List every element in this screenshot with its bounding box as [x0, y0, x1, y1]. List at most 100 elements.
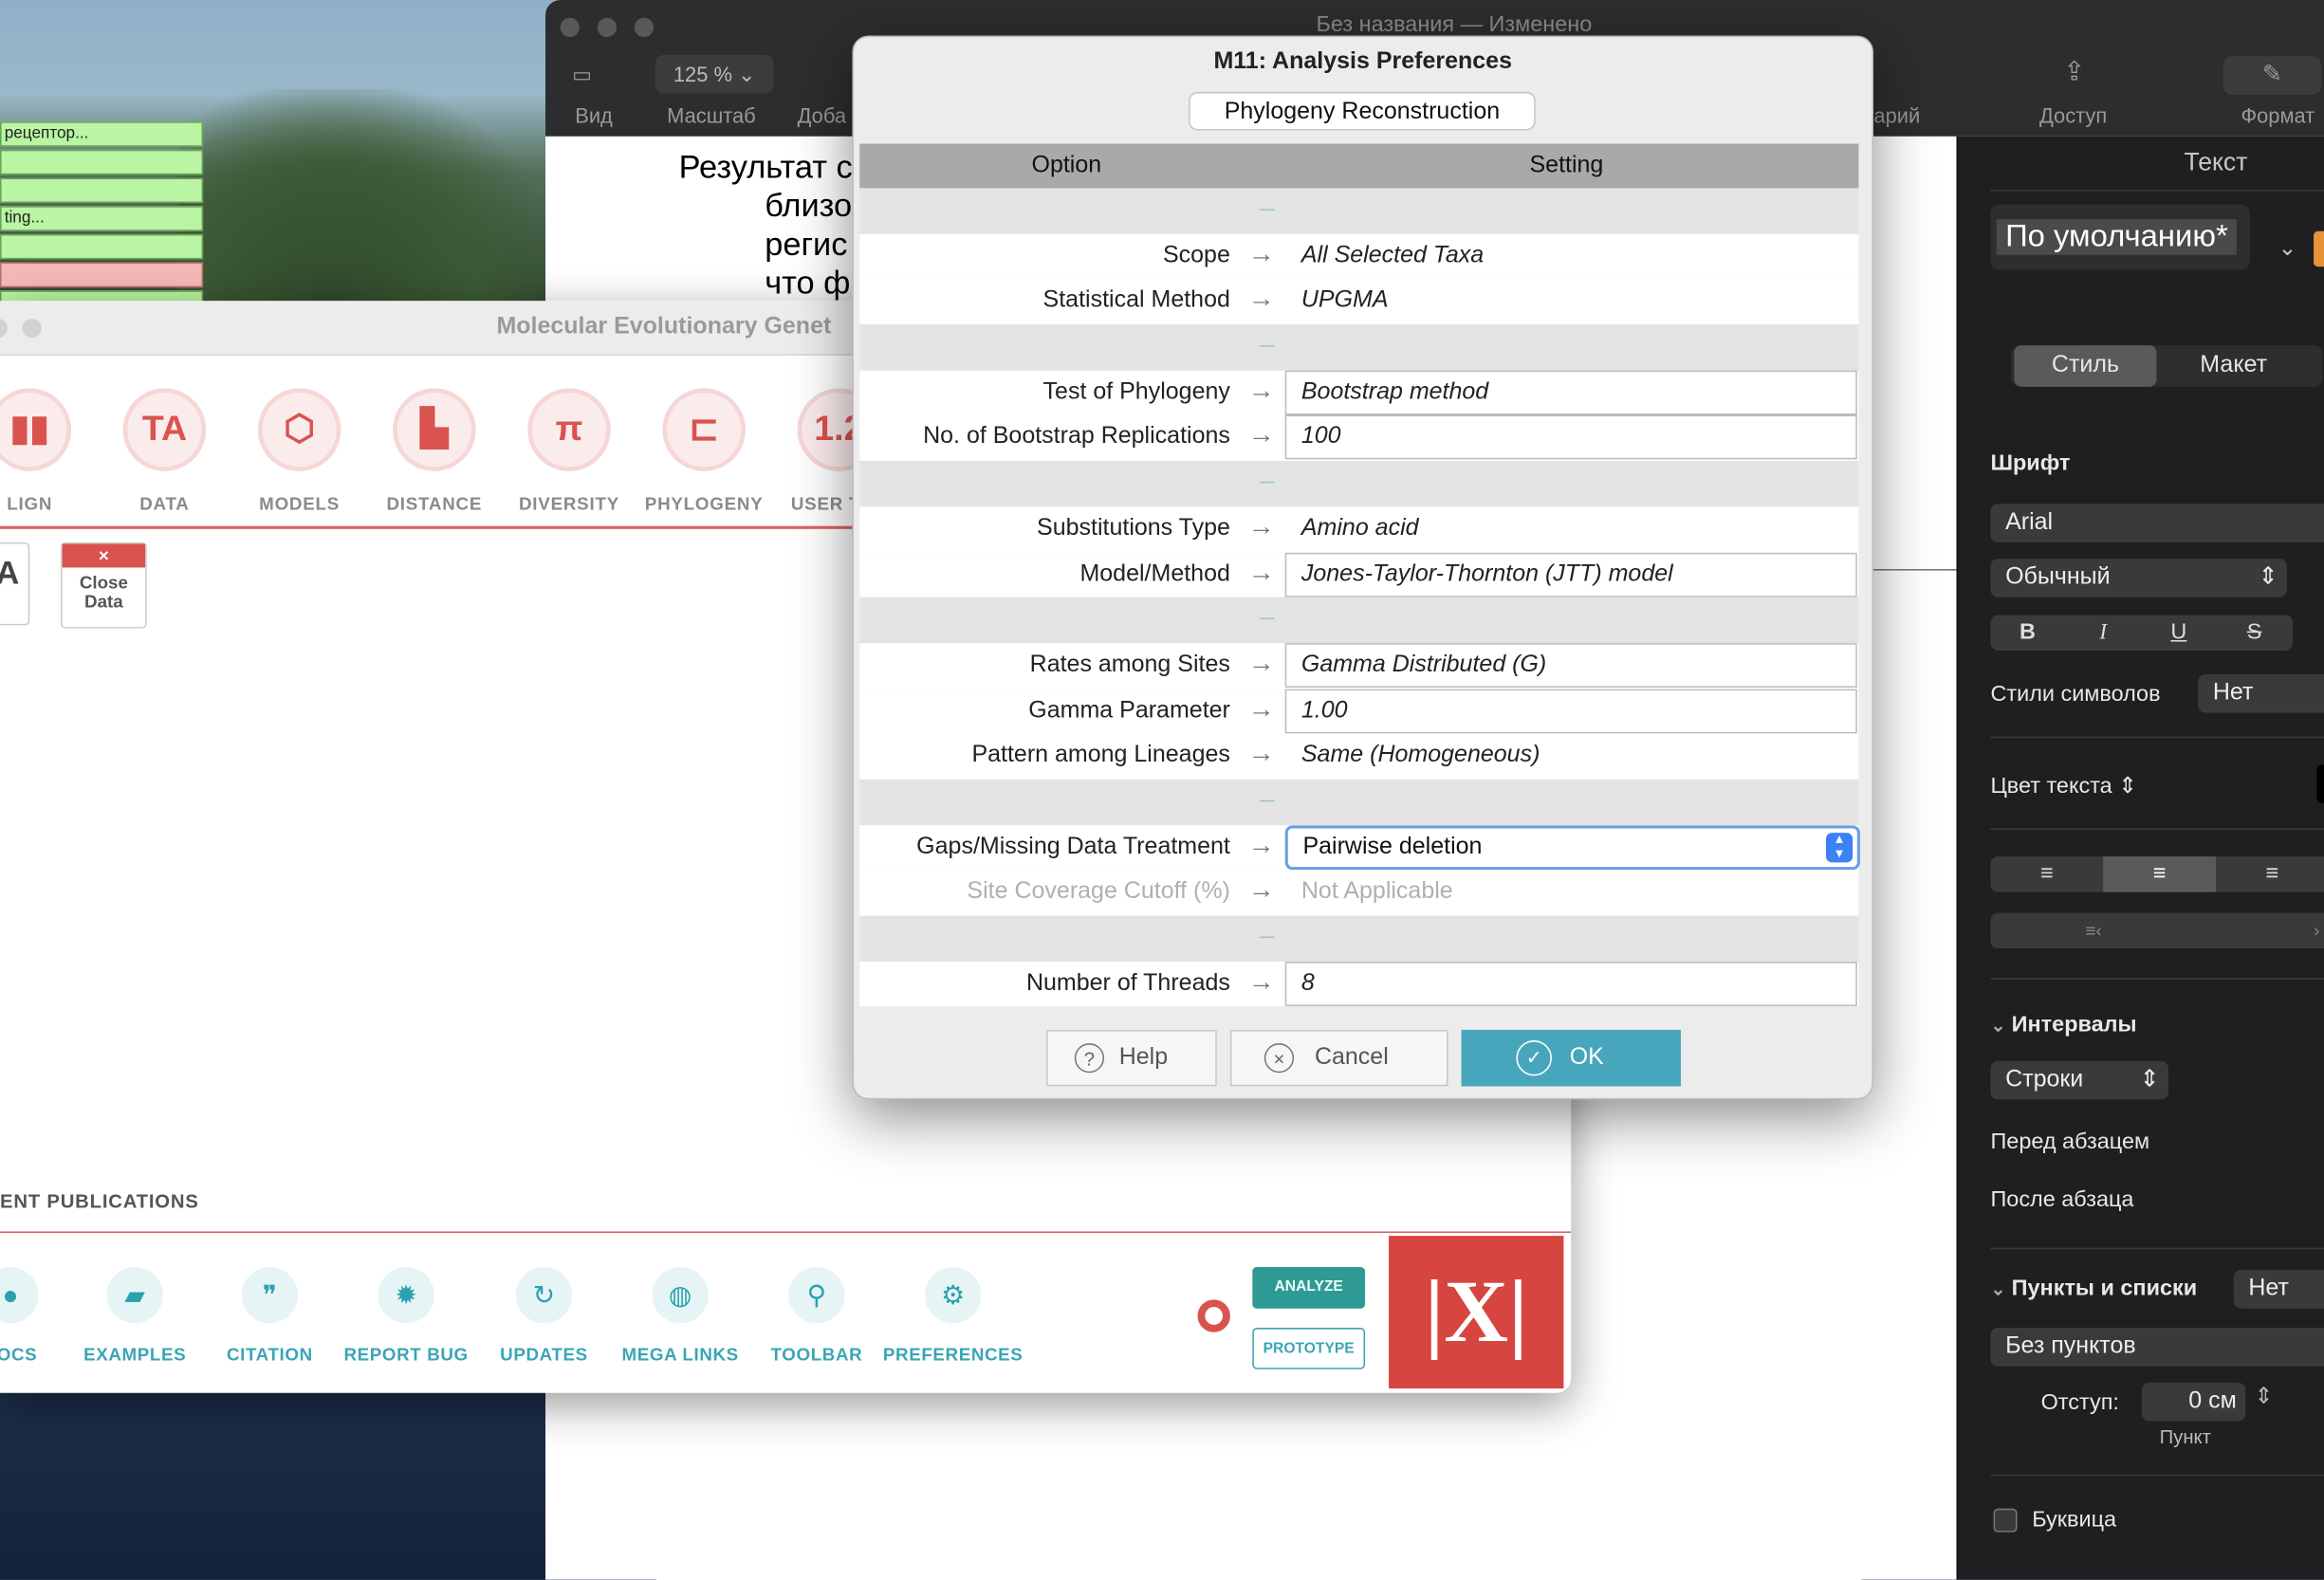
toolbar-lign-icon[interactable]: ▮▮	[0, 388, 71, 471]
font-typeface-select[interactable]: Обычный ⇕	[1990, 559, 2287, 597]
sequence-row[interactable]	[0, 177, 204, 204]
setting-value[interactable]: 8	[1301, 970, 1315, 997]
sequence-row[interactable]	[0, 262, 204, 288]
bullet-type-select[interactable]: Без пунктов	[1990, 1328, 2324, 1367]
setting-field[interactable]	[1284, 415, 1857, 461]
add-button[interactable]: Доба	[798, 103, 846, 127]
toolbar-item-label[interactable]: DIVERSITY	[495, 493, 643, 514]
docs-icon[interactable]: ●	[0, 1266, 39, 1324]
close-data-button[interactable]: × Close Data	[61, 542, 147, 629]
close-window-button[interactable]	[560, 17, 580, 38]
setting-value[interactable]: 1.00	[1301, 697, 1348, 724]
toolbar-item-label[interactable]: DISTANCE	[360, 493, 508, 514]
sequence-row[interactable]: ting...	[0, 206, 204, 231]
increase-indent-icon[interactable]: ›	[2314, 913, 2319, 949]
bullets-select[interactable]: Нет	[2233, 1270, 2324, 1309]
toolbar-icon[interactable]: ⚲	[788, 1266, 845, 1324]
sequence-row[interactable]	[0, 233, 204, 260]
update-style-button[interactable]	[2314, 230, 2324, 267]
minimize-window-button[interactable]	[597, 17, 617, 38]
option-row[interactable]: Pattern among Lineages → Same (Homogeneous…	[859, 733, 1859, 780]
toolbar-diversity-icon[interactable]: π	[527, 388, 611, 471]
option-row[interactable]: Test of Phylogeny → Bootstrap method	[859, 370, 1859, 416]
minimize-window-button[interactable]	[0, 318, 8, 339]
italic-button[interactable]: I	[2066, 615, 2140, 651]
setting-value[interactable]: Gamma Distributed (G)	[1301, 652, 1546, 678]
option-row[interactable]: Gaps/Missing Data Treatment → Pairwise del…	[859, 824, 1860, 871]
font-family-select[interactable]: Arial	[1990, 504, 2324, 542]
tab-phylogeny-reconstruction[interactable]: Phylogeny Reconstruction	[1189, 91, 1536, 131]
cancel-button[interactable]: × Cancel	[1229, 1029, 1448, 1087]
option-row[interactable]: Statistical Method → UPGMA	[859, 279, 1859, 325]
underline-button[interactable]: U	[2142, 615, 2216, 651]
sequence-row[interactable]	[0, 149, 204, 175]
format-brush-icon[interactable]: ✎	[2223, 56, 2321, 95]
toolbar-models-icon[interactable]: ⬡	[257, 388, 341, 471]
align-center-icon[interactable]: ≡	[2103, 856, 2216, 892]
toolbar-item-label[interactable]: LIGN	[0, 493, 103, 514]
option-row[interactable]: Number of Threads → 8	[859, 961, 1859, 1007]
paragraph-style-select[interactable]: По умолчанию*	[1990, 204, 2250, 270]
gaps-treatment-select[interactable]: Pairwise deletion ▴ ▾	[1284, 824, 1860, 870]
indent-input[interactable]: 0 см	[2141, 1382, 2246, 1422]
option-row[interactable]: No. of Bootstrap Replications → 100	[859, 415, 1859, 462]
align-right-icon[interactable]: ≡	[2216, 856, 2324, 892]
option-row[interactable]: Gamma Parameter → 1.00	[859, 688, 1859, 734]
zoom-select[interactable]: 125 % ⌄	[655, 54, 774, 94]
sidebar-icon[interactable]: ▭	[572, 63, 592, 88]
sequence-row[interactable]: рецептор...	[0, 121, 204, 147]
option-row[interactable]: Substitutions Type → Amino acid	[859, 506, 1859, 553]
select-stepper-icon[interactable]: ▴ ▾	[1826, 832, 1854, 862]
setting-value[interactable]: 100	[1301, 425, 1341, 451]
prototype-button[interactable]: PROTOTYPE	[1252, 1328, 1366, 1369]
updates-icon[interactable]: ↻	[515, 1266, 573, 1324]
text-color-swatch[interactable]	[2316, 764, 2324, 803]
line-spacing-select[interactable]: Строки ⇕	[1990, 1060, 2168, 1100]
zoom-window-button[interactable]	[634, 17, 655, 38]
tab-style[interactable]: Стиль	[2014, 345, 2157, 387]
toolbar-item-label[interactable]: MODELS	[226, 493, 374, 514]
dropcap-checkbox[interactable]	[1993, 1508, 2018, 1533]
help-button[interactable]: ? Help	[1046, 1029, 1217, 1087]
bottom-item-label[interactable]: PREFERENCES	[872, 1344, 1035, 1365]
setting-field[interactable]	[1284, 961, 1857, 1006]
setting-value[interactable]: All Selected Taxa	[1301, 243, 1484, 269]
view-button[interactable]: Вид	[575, 103, 613, 127]
setting-value[interactable]: Same (Homogeneous)	[1301, 743, 1540, 769]
lifebuoy-icon[interactable]	[1197, 1299, 1230, 1332]
setting-field[interactable]	[1284, 688, 1857, 733]
mega-links-icon[interactable]: ◍	[652, 1266, 709, 1324]
option-row[interactable]: Model/Method → Jones-Taylor-Thornton (JTT)…	[859, 552, 1859, 597]
option-row[interactable]: Scope → All Selected Taxa	[859, 233, 1859, 280]
char-styles-select[interactable]: Нет	[2198, 673, 2324, 713]
citation-icon[interactable]: ❞	[241, 1266, 299, 1324]
indent-stepper-icon[interactable]: ⇕	[2255, 1383, 2274, 1409]
option-row[interactable]: Rates among Sites → Gamma Distributed (G)	[859, 642, 1859, 689]
toolbar-item-label[interactable]: PHYLOGENY	[630, 493, 778, 514]
toolbar-item-label[interactable]: DATA	[90, 493, 238, 514]
share-icon[interactable]: ⇪	[2063, 56, 2086, 87]
toolbar-phylogeny-icon[interactable]: ⊏	[662, 388, 746, 471]
data-explorer-icon[interactable]: A	[0, 542, 30, 626]
bullets-section[interactable]: ⌄ Пункты и списки	[1990, 1276, 2197, 1301]
analyze-button[interactable]: ANALYZE	[1252, 1266, 1366, 1309]
toolbar-data-icon[interactable]: TA	[122, 388, 207, 471]
tab-layout[interactable]: Макет	[2160, 345, 2308, 387]
setting-value[interactable]: UPGMA	[1301, 288, 1389, 315]
chevron-down-icon[interactable]: ⌄	[2278, 234, 2297, 261]
setting-value[interactable]: Amino acid	[1301, 515, 1419, 542]
zoom-window-button[interactable]	[22, 318, 42, 339]
decrease-indent-icon[interactable]: ≡‹	[2085, 913, 2101, 949]
setting-value[interactable]: Jones-Taylor-Thornton (JTT) model	[1301, 560, 1673, 587]
toolbar-distance-icon[interactable]: ▙	[393, 388, 476, 471]
examples-icon[interactable]: ▰	[106, 1266, 163, 1324]
report-bug-icon[interactable]: ✹	[378, 1266, 434, 1324]
spacing-section[interactable]: ⌄ Интервалы	[1990, 1012, 2136, 1038]
bold-button[interactable]: B	[1990, 615, 2064, 651]
setting-value[interactable]: Bootstrap method	[1301, 379, 1488, 406]
ok-button[interactable]: ✓ OK	[1461, 1029, 1681, 1087]
preferences-icon[interactable]: ⚙	[925, 1266, 982, 1324]
document-body[interactable]: Результат с близо регис что ф	[679, 148, 853, 303]
strikethrough-button[interactable]: S	[2218, 615, 2292, 651]
share-button[interactable]: Доступ	[2039, 103, 2107, 127]
